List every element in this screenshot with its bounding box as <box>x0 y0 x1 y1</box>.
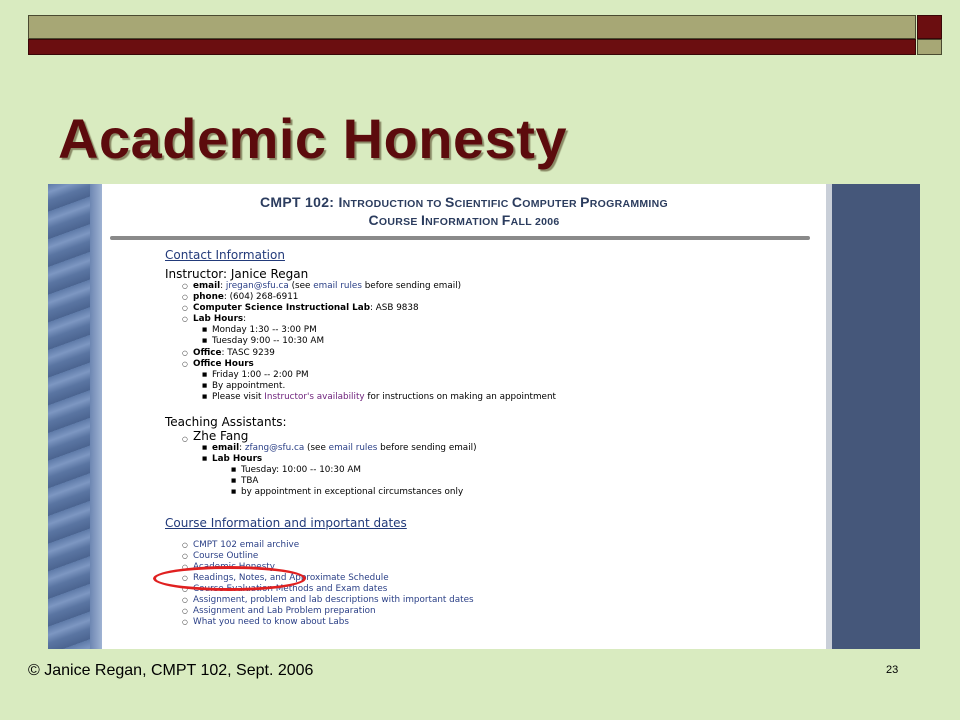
top-bar-olive <box>28 15 916 39</box>
text: (see <box>304 443 329 454</box>
list-item: Course Outline <box>165 551 815 562</box>
course-outline-link[interactable]: Course Outline <box>193 551 258 561</box>
ta-details-list: email: zfang@sfu.ca (see email rules bef… <box>165 443 815 499</box>
ta-email-link[interactable]: zfang@sfu.ca <box>245 443 304 453</box>
text: (see <box>288 281 314 291</box>
instructor-heading: Instructor: Janice Regan <box>165 267 309 281</box>
nested-list: Monday 1:30 -- 3:00 PM Tuesday 9:00 -- 1… <box>165 325 815 347</box>
list-item: Tuesday: 10:00 -- 10:30 AM <box>165 465 815 476</box>
list-item: Computer Science Instructional Lab: ASB … <box>165 303 815 314</box>
nested-list: Friday 1:00 -- 2:00 PM By appointment. P… <box>165 370 815 403</box>
slide-footer: © Janice Regan, CMPT 102, Sept. 2006 <box>28 662 314 679</box>
list-item: phone: (604) 268-6911 <box>165 292 815 303</box>
instructor-availability-link[interactable]: Instructor's availability <box>264 392 364 402</box>
course-title-line2: COURSE INFORMATION FALL 2006 <box>102 212 826 228</box>
lab-hours-label: Lab Hours <box>212 454 263 465</box>
nested-list: email: zfang@sfu.ca (see email rules bef… <box>165 443 815 499</box>
instructor-email-link[interactable]: jregan@sfu.ca <box>226 281 289 291</box>
email-rules-link[interactable]: email rules <box>313 281 362 291</box>
left-decorative-border <box>48 184 90 649</box>
title-cap: C <box>511 194 523 210</box>
text: before sending email) <box>361 281 462 291</box>
title-rest: ALL 2006 <box>510 216 560 228</box>
list-item: Lab Hours <box>165 454 815 465</box>
colon: : <box>243 314 247 325</box>
top-decorative-bar <box>28 15 942 56</box>
lab-value: : ASB 9838 <box>370 303 419 314</box>
top-bar-square-olive <box>917 39 942 55</box>
title-cap: P <box>580 194 590 210</box>
title-rest: OURSE <box>378 216 421 228</box>
list-item: Tuesday 9:00 -- 10:30 AM <box>165 336 815 347</box>
text: before sending email) <box>377 443 477 454</box>
course-information-link[interactable]: Course Information and important dates <box>165 516 815 530</box>
title-rest: CIENTIFIC <box>454 198 512 210</box>
list-item: Please visit Instructor's availability f… <box>165 392 815 403</box>
assignment-descriptions-link[interactable]: Assignment, problem and lab descriptions… <box>193 595 474 605</box>
title-cap: S <box>444 194 455 210</box>
office-hours-list: Friday 1:00 -- 2:00 PM By appointment. P… <box>165 370 815 403</box>
page-number: 23 <box>886 664 899 676</box>
office-value: : TASC 9239 <box>221 347 275 358</box>
list-item: email: jregan@sfu.ca (see email rules be… <box>165 281 815 292</box>
ta-lab-hours-list: Tuesday: 10:00 -- 10:30 AM TBA by appoin… <box>165 465 815 498</box>
email-archive-link[interactable]: CMPT 102 email archive <box>193 540 299 550</box>
text: Please visit <box>212 391 265 402</box>
title-cap: C <box>368 212 379 228</box>
list-item: Lab Hours: <box>165 314 815 325</box>
labs-info-link[interactable]: What you need to know about Labs <box>193 617 349 627</box>
course-code: CMPT 102: <box>259 194 339 210</box>
office-label: Office <box>193 347 222 358</box>
instructor-details-list: email: jregan@sfu.ca (see email rules be… <box>165 281 815 403</box>
list-item: by appointment in exceptional circumstan… <box>165 487 815 498</box>
lab-hours-label: Lab Hours <box>193 314 244 325</box>
nested-list: Tuesday: 10:00 -- 10:30 AM TBA by appoin… <box>165 465 815 498</box>
phone-value: : (604) 268-6911 <box>223 292 299 303</box>
title-rest: ROGRAMMING <box>589 198 668 210</box>
list-item: What you need to know about Labs <box>165 617 815 628</box>
list-item: email: zfang@sfu.ca (see email rules bef… <box>165 443 815 454</box>
left-border-gradient <box>90 184 102 649</box>
list-item: Assignment and Lab Problem preparation <box>165 606 815 617</box>
lab-hours-list: Monday 1:30 -- 3:00 PM Tuesday 9:00 -- 1… <box>165 325 815 347</box>
list-item: Office: TASC 9239 <box>165 348 815 359</box>
title-rest: OMPUTER <box>522 198 581 210</box>
email-label: email <box>193 281 221 291</box>
horizontal-rule <box>110 236 810 240</box>
ta-list: Zhe Fang email: zfang@sfu.ca (see email … <box>165 429 815 499</box>
title-rest: NFORMATION <box>425 216 502 228</box>
list-item: CMPT 102 email archive <box>165 540 815 551</box>
lab-label: Computer Science Instructional Lab <box>193 303 371 314</box>
course-title-line1: CMPT 102: INTRODUCTION TO SCIENTIFIC COM… <box>102 194 826 210</box>
email-label: email <box>212 443 240 454</box>
ta-name: Zhe Fang <box>165 429 815 446</box>
list-item: Office Hours <box>165 359 815 370</box>
assignment-preparation-link[interactable]: Assignment and Lab Problem preparation <box>193 606 376 616</box>
list-item: Assignment, problem and lab descriptions… <box>165 595 815 606</box>
email-rules-link[interactable]: email rules <box>329 443 378 453</box>
top-bar-square-maroon <box>917 15 942 39</box>
office-hours-label: Office Hours <box>193 358 254 369</box>
list-item: Friday 1:00 -- 2:00 PM <box>165 370 815 381</box>
highlight-circle <box>153 566 306 591</box>
title-cap: F <box>501 212 511 228</box>
slide-title: Academic Honesty <box>58 107 568 170</box>
teaching-assistants-heading: Teaching Assistants: <box>165 415 287 430</box>
top-bar-maroon <box>28 39 916 55</box>
text: for instructions on making an appointmen… <box>364 391 556 402</box>
phone-label: phone <box>193 292 224 303</box>
list-item: By appointment. <box>165 381 815 392</box>
list-item: Monday 1:30 -- 3:00 PM <box>165 325 815 336</box>
title-rest: NTRODUCTION TO <box>342 198 445 210</box>
list-item: TBA <box>165 476 815 487</box>
right-side-panel <box>832 184 920 649</box>
contact-information-link[interactable]: Contact Information <box>165 248 815 262</box>
